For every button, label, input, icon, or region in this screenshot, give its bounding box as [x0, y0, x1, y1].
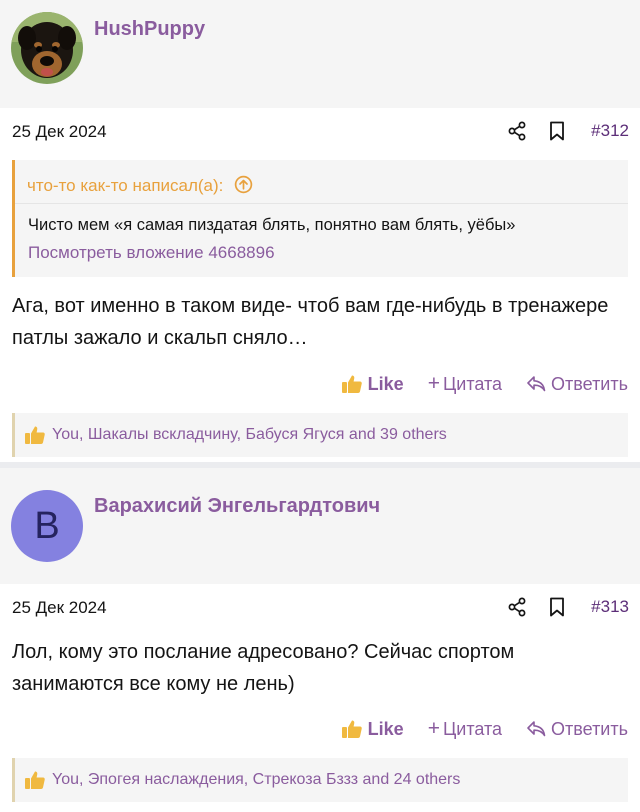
reply-label: Ответить	[551, 373, 628, 394]
like-label: Like	[367, 373, 404, 394]
quote-header[interactable]: что-то как-то написал(а):	[27, 175, 253, 196]
like-label: Like	[367, 718, 404, 739]
thumbs-up-icon	[25, 426, 45, 444]
dog-avatar-image	[11, 12, 83, 84]
reply-button[interactable]: Ответить	[526, 719, 628, 740]
avatar-letter: B	[34, 504, 60, 547]
avatar[interactable]: B	[11, 490, 83, 562]
thumbs-up-icon	[341, 720, 362, 738]
username[interactable]: Варахисий Энгельгардтович	[94, 495, 380, 518]
quote-label: Цитата	[442, 718, 503, 739]
post-meta: 25 Дек 2024 #313	[0, 584, 640, 630]
thumbs-up-icon	[341, 375, 362, 393]
post-header: B Варахисий Энгельгардтович	[0, 468, 640, 584]
thumbs-up-icon	[25, 771, 45, 789]
quote-block: что-то как-то написал(а): Чисто мем «я с…	[12, 160, 628, 277]
post-date[interactable]: 25 Дек 2024	[12, 122, 107, 142]
post-number[interactable]: #313	[591, 597, 629, 617]
share-icon[interactable]	[507, 597, 527, 617]
post-number[interactable]: #312	[591, 121, 629, 141]
post-actions: Like + Цитата Ответить	[341, 371, 628, 397]
reactions-text: You, Шакалы вскладчину, Бабуся Ягуся and…	[52, 426, 447, 443]
post-312: HushPuppy 25 Дек 2024 #312 что-то как-то…	[0, 0, 640, 462]
plus-icon: +	[427, 372, 440, 395]
username[interactable]: HushPuppy	[94, 18, 205, 41]
reply-label: Ответить	[551, 718, 628, 739]
arrow-up-circle-icon[interactable]	[234, 175, 253, 194]
post-date[interactable]: 25 Дек 2024	[12, 598, 107, 618]
quote-button[interactable]: + Цитата	[428, 717, 502, 741]
avatar[interactable]	[11, 12, 83, 84]
like-button[interactable]: Like	[341, 373, 404, 395]
reply-arrow-icon	[527, 721, 546, 737]
bookmark-icon[interactable]	[549, 121, 565, 141]
like-button[interactable]: Like	[341, 718, 404, 740]
post-body: Ага, вот именно в таком виде- чтоб вам г…	[12, 295, 609, 349]
post-header: HushPuppy	[0, 0, 640, 108]
plus-icon: +	[427, 717, 440, 740]
quote-author-line: что-то как-то написал(а):	[27, 176, 224, 195]
reply-button[interactable]: Ответить	[526, 374, 628, 395]
bookmark-icon[interactable]	[549, 597, 565, 617]
post-meta: 25 Дек 2024 #312	[0, 108, 640, 154]
post-actions: Like + Цитата Ответить	[341, 716, 628, 742]
quote-label: Цитата	[442, 373, 503, 394]
reactions-bar[interactable]: You, Шакалы вскладчину, Бабуся Ягуся and…	[12, 413, 628, 457]
reactions-text: You, Эпогея наслаждения, Стрекоза Бззз a…	[52, 771, 461, 788]
post-body: Лол, кому это послание адресовано? Сейча…	[12, 641, 515, 695]
post-313: B Варахисий Энгельгардтович 25 Дек 2024 …	[0, 468, 640, 812]
reactions-bar[interactable]: You, Эпогея наслаждения, Стрекоза Бззз a…	[12, 758, 628, 802]
divider	[15, 203, 628, 204]
quote-button[interactable]: + Цитата	[428, 372, 502, 396]
share-icon[interactable]	[507, 121, 527, 141]
reply-arrow-icon	[527, 376, 546, 392]
quote-text: Чисто мем «я самая пиздатая блять, понят…	[28, 216, 516, 234]
view-attachment-link[interactable]: Посмотреть вложение 4668896	[28, 243, 275, 263]
